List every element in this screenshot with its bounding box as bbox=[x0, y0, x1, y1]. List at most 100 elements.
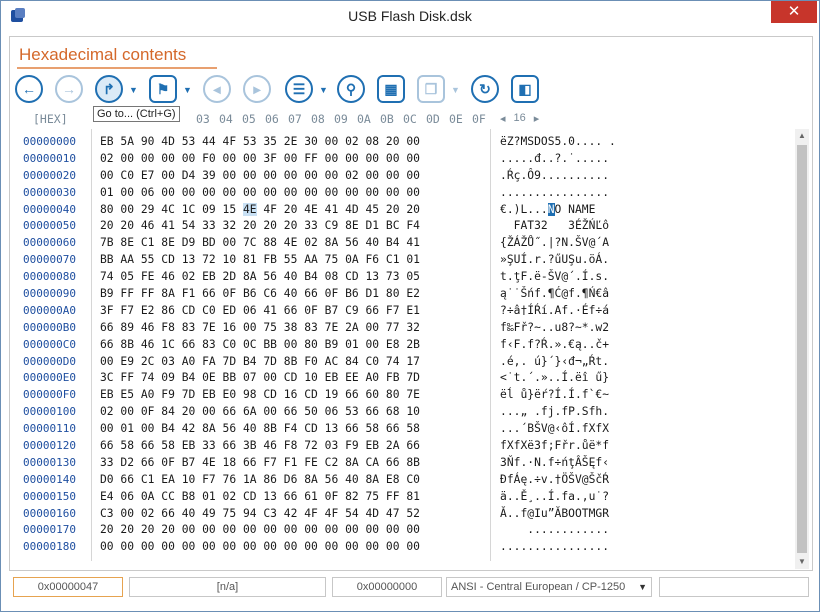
hex-byte[interactable]: 86 bbox=[161, 304, 175, 317]
hex-byte[interactable]: 8B bbox=[263, 422, 277, 435]
text-char[interactable]: f bbox=[500, 321, 507, 334]
hex-byte[interactable]: 13 bbox=[365, 270, 379, 283]
hex-byte[interactable]: 00 bbox=[406, 540, 420, 553]
hex-byte[interactable]: 00 bbox=[406, 186, 420, 199]
hex-byte[interactable]: EB bbox=[202, 270, 216, 283]
text-char[interactable]: . bbox=[575, 169, 582, 182]
hex-byte[interactable]: 66 bbox=[386, 422, 400, 435]
hex-byte[interactable]: FE bbox=[141, 270, 155, 283]
text-row[interactable]: .é,. ú}´}‹đ¬„Ŕt. bbox=[500, 355, 616, 372]
hex-byte[interactable]: 06 bbox=[141, 186, 155, 199]
text-char[interactable]: V bbox=[541, 422, 548, 435]
hex-byte[interactable]: 4F bbox=[263, 203, 277, 216]
hex-byte[interactable]: 86 bbox=[263, 473, 277, 486]
forward-button[interactable]: → bbox=[55, 75, 83, 103]
hex-byte[interactable]: 8A bbox=[365, 473, 379, 486]
hex-byte[interactable]: 75 bbox=[325, 253, 339, 266]
text-char[interactable]: . bbox=[602, 523, 609, 536]
hex-row[interactable]: EB E5 A0 F9 7D EB E0 98 CD 16 CD 19 66 6… bbox=[100, 388, 420, 405]
hex-byte[interactable]: 4E bbox=[304, 203, 318, 216]
hex-byte[interactable]: 7D bbox=[223, 355, 237, 368]
hex-byte[interactable]: 20 bbox=[243, 219, 257, 232]
hex-byte[interactable]: 8A bbox=[304, 473, 318, 486]
hex-byte[interactable]: 2B bbox=[406, 338, 420, 351]
search-button[interactable]: ⚲ bbox=[337, 75, 365, 103]
hex-byte[interactable]: 83 bbox=[202, 338, 216, 351]
hex-byte[interactable]: 66 bbox=[345, 422, 359, 435]
hex-row[interactable]: 74 05 FE 46 02 EB 2D 8A 56 40 B4 08 CD 1… bbox=[100, 270, 420, 287]
hex-byte[interactable]: 98 bbox=[243, 388, 257, 401]
hex-byte[interactable]: 00 bbox=[202, 405, 216, 418]
text-char[interactable]: . bbox=[575, 439, 582, 452]
hex-byte[interactable]: 66 bbox=[100, 439, 114, 452]
hex-byte[interactable]: 74 bbox=[100, 270, 114, 283]
scroll-down-arrow[interactable]: ▼ bbox=[795, 555, 809, 569]
hex-byte[interactable]: EB bbox=[325, 371, 339, 384]
hex-byte[interactable]: 94 bbox=[243, 507, 257, 520]
text-char[interactable]: . bbox=[507, 186, 514, 199]
hex-byte[interactable]: 74 bbox=[141, 371, 155, 384]
hex-byte[interactable]: 00 bbox=[243, 169, 257, 182]
hex-byte[interactable]: 00 bbox=[120, 507, 134, 520]
hex-byte[interactable]: 66 bbox=[223, 439, 237, 452]
text-char[interactable]: . bbox=[500, 169, 507, 182]
hex-byte[interactable]: 00 bbox=[345, 540, 359, 553]
hex-byte[interactable]: 4F bbox=[223, 135, 237, 148]
hex-byte[interactable]: 00 bbox=[263, 523, 277, 536]
hex-byte[interactable]: 55 bbox=[284, 253, 298, 266]
hex-byte[interactable]: 54 bbox=[345, 507, 359, 520]
text-char[interactable]: . bbox=[575, 540, 582, 553]
text-char[interactable]: . bbox=[602, 186, 609, 199]
hex-byte[interactable]: 39 bbox=[202, 169, 216, 182]
text-char[interactable]: A bbox=[575, 203, 582, 216]
hex-byte[interactable]: 66 bbox=[141, 439, 155, 452]
text-char[interactable]: . bbox=[568, 371, 575, 384]
text-char[interactable]: @ bbox=[548, 422, 555, 435]
text-char[interactable]: Š bbox=[534, 422, 541, 435]
hex-byte[interactable]: 00 bbox=[325, 186, 339, 199]
text-char[interactable]: T bbox=[582, 507, 589, 520]
hex-byte[interactable]: 00 bbox=[365, 523, 379, 536]
text-char[interactable]: f bbox=[548, 456, 555, 469]
hex-byte[interactable]: 00 bbox=[202, 540, 216, 553]
hex-row[interactable]: 7B 8E C1 8E D9 BD 00 7C 88 4E 02 8A 56 4… bbox=[100, 236, 420, 253]
text-char[interactable]: ¶ bbox=[582, 287, 589, 300]
hex-byte[interactable]: F1 bbox=[284, 456, 298, 469]
text-char[interactable]: . bbox=[541, 321, 548, 334]
hex-byte[interactable]: 00 bbox=[325, 169, 339, 182]
hex-byte[interactable]: B4 bbox=[161, 422, 175, 435]
text-char[interactable]: . bbox=[602, 405, 609, 418]
hex-byte[interactable]: BB bbox=[263, 338, 277, 351]
text-char[interactable] bbox=[602, 135, 609, 148]
text-char[interactable]: ˙ bbox=[568, 152, 575, 165]
text-char[interactable]: ë bbox=[500, 135, 507, 148]
hex-byte[interactable]: 00 bbox=[263, 186, 277, 199]
hex-byte[interactable]: F8 bbox=[284, 439, 298, 452]
hex-byte[interactable]: 40 bbox=[243, 422, 257, 435]
hex-byte[interactable]: E0 bbox=[223, 388, 237, 401]
hex-byte[interactable]: 3F bbox=[263, 152, 277, 165]
text-char[interactable]: . bbox=[507, 152, 514, 165]
text-char[interactable]: . bbox=[568, 523, 575, 536]
hex-byte[interactable]: 1C bbox=[161, 338, 175, 351]
hex-byte[interactable]: 00 bbox=[263, 169, 277, 182]
text-char[interactable]: N bbox=[534, 456, 541, 469]
text-char[interactable]: . bbox=[534, 203, 541, 216]
hex-byte[interactable]: 01 bbox=[202, 490, 216, 503]
hex-byte[interactable]: 3F bbox=[100, 304, 114, 317]
hex-byte[interactable]: 00 bbox=[161, 169, 175, 182]
text-char[interactable]: S bbox=[582, 405, 589, 418]
text-char[interactable]: ÷ bbox=[534, 473, 541, 486]
text-char[interactable]: . bbox=[507, 507, 514, 520]
text-char[interactable]: ţ bbox=[568, 456, 575, 469]
hex-byte[interactable]: 83 bbox=[304, 321, 318, 334]
text-char[interactable]: . bbox=[575, 388, 582, 401]
hex-byte[interactable]: 16 bbox=[223, 321, 237, 334]
text-char[interactable]: . bbox=[500, 422, 507, 435]
hex-byte[interactable]: 00 bbox=[386, 523, 400, 536]
hex-row[interactable]: 3C FF 74 09 B4 0E BB 07 00 CD 10 EB EE A… bbox=[100, 371, 420, 388]
hex-byte[interactable]: 00 bbox=[223, 152, 237, 165]
hex-byte[interactable]: 32 bbox=[223, 219, 237, 232]
text-char[interactable]: 0 bbox=[568, 135, 575, 148]
hex-byte[interactable]: 00 bbox=[263, 540, 277, 553]
